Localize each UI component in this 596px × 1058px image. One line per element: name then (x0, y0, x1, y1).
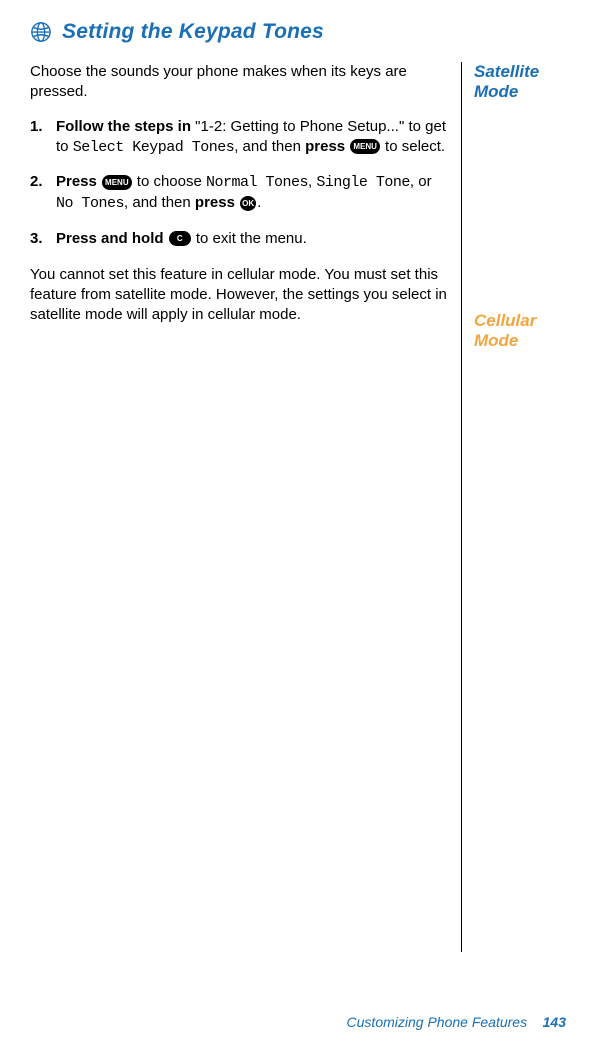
step-3-tail: to exit the menu. (192, 230, 307, 247)
ok-key-icon: OK (240, 196, 256, 211)
cellular-mode-label: Cellular Mode (474, 311, 566, 352)
step-1-tail: to select. (381, 138, 445, 155)
step-2-bold2: press (195, 194, 235, 211)
section-heading: Setting the Keypad Tones (62, 20, 324, 44)
body-area: Choose the sounds your phone makes when … (30, 62, 566, 952)
menu-key-icon: MENU (102, 175, 132, 190)
step-2-sep2: , or (410, 173, 432, 190)
step-2-text2: , and then (124, 194, 195, 211)
step-2-lcd2: Single Tone (316, 174, 410, 191)
intro-text: Choose the sounds your phone makes when … (30, 62, 449, 103)
step-1: Follow the steps in "1-2: Getting to Pho… (56, 117, 449, 159)
cellular-paragraph: You cannot set this feature in cellular … (30, 265, 449, 326)
step-2-lcd1: Normal Tones (206, 174, 308, 191)
step-3: Press and hold C to exit the menu. (56, 229, 449, 249)
main-column: Choose the sounds your phone makes when … (30, 62, 461, 326)
steps-list: Follow the steps in "1-2: Getting to Pho… (30, 117, 449, 249)
step-2-lead: Press (56, 173, 97, 190)
step-2-tail: . (257, 194, 261, 211)
page-footer: Customizing Phone Features 143 (0, 1014, 566, 1030)
step-1-bold2: press (305, 138, 345, 155)
step-2-text1: to choose (133, 173, 206, 190)
step-1-text2: , and then (234, 138, 305, 155)
sidebar-column: Satellite Mode Cellular Mode (462, 62, 566, 352)
globe-icon (30, 21, 52, 43)
c-key-icon: C (169, 231, 191, 246)
heading-row: Setting the Keypad Tones (30, 20, 566, 44)
step-1-lcd: Select Keypad Tones (73, 139, 235, 156)
step-2: Press MENU to choose Normal Tones, Singl… (56, 172, 449, 215)
footer-page-number: 143 (543, 1014, 566, 1030)
step-2-lcd3: No Tones (56, 195, 124, 212)
step-1-lead: Follow the steps in (56, 118, 191, 135)
menu-key-icon: MENU (350, 139, 380, 154)
satellite-mode-label: Satellite Mode (474, 62, 566, 103)
step-3-lead: Press and hold (56, 230, 164, 247)
page: Setting the Keypad Tones Choose the soun… (0, 0, 596, 1058)
footer-chapter: Customizing Phone Features (347, 1014, 528, 1030)
